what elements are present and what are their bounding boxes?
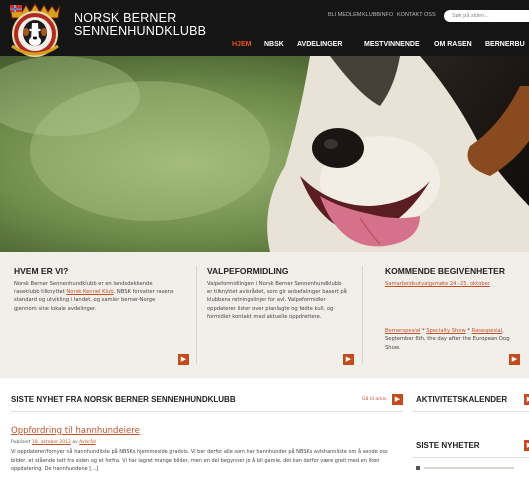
events-text-2: Bernerspesial * Specialty Show * Rasespe… (385, 327, 517, 352)
hero-image (0, 56, 529, 252)
latest-news-divider (412, 457, 529, 458)
search-input[interactable]: Søk på siden... (444, 10, 529, 22)
about-title: HVEM ER VI? (14, 266, 69, 276)
hero-dog-photo (0, 56, 529, 252)
event-link-meeting[interactable]: Samarbeidsutvalgsmøte 24.-25. oktober (385, 281, 490, 287)
info-section: HVEM ER VI? Norsk Berner Sennenhundklubb… (0, 252, 529, 378)
latest-news-button[interactable]: ▶ (524, 440, 529, 451)
nkk-link[interactable]: Norsk Kennel Klub (66, 289, 113, 295)
column-divider (196, 266, 197, 364)
util-link-join[interactable]: BLI MEDLEM (328, 12, 361, 18)
article-title-link[interactable]: Oppfordring til hannhundeiere (11, 426, 140, 436)
calendar-title: AKTIVITETSKALENDER (416, 395, 508, 404)
about-text: Norsk Berner Sennenhundklubb er en lands… (14, 280, 174, 313)
util-link-clubinfo[interactable]: KLUBBINFO (362, 12, 393, 18)
arrow-right-icon: ▶ (180, 355, 187, 363)
about-more-button[interactable]: ▶ (178, 354, 189, 365)
nav-home[interactable]: HJEM (232, 41, 251, 48)
event-link-rasespesial[interactable]: Rasespesial (472, 328, 503, 334)
brand-line-2: SENNENHUNDKLUBB (74, 24, 207, 38)
util-link-contact[interactable]: KONTAKT OSS (397, 12, 436, 18)
calendar-button[interactable]: ▶ (524, 394, 529, 405)
article-author-link[interactable]: Avlsråd (79, 440, 96, 445)
nav-top-winners[interactable]: MESTVINNENDE (364, 41, 420, 48)
article-date-link[interactable]: 18. oktober 2012 (32, 440, 71, 445)
nav-bernerbu[interactable]: BERNERBU (485, 41, 525, 48)
archive-button[interactable]: ▶ (392, 394, 403, 405)
info-column-puppies: VALPEFORMIDLING Valpeformidlingen i Nors… (207, 266, 347, 321)
puppies-more-button[interactable]: ▶ (343, 354, 354, 365)
news-divider (11, 411, 403, 412)
arrow-right-icon: ▶ (394, 395, 401, 403)
arrow-right-icon: ▶ (345, 355, 352, 363)
latest-news-title: SISTE NYHETER (416, 441, 480, 450)
logo-emblem[interactable] (6, 2, 64, 58)
event-link-bernerspesial[interactable]: Bernerspesial (385, 328, 420, 334)
news-section-title: SISTE NYHET FRA NORSK BERNER SENNENHUNDK… (11, 395, 236, 404)
site-header: NORSK BERNER SENNENHUNDKLUBB BLI MEDLEM … (0, 0, 529, 56)
events-more-button[interactable]: ▶ (509, 354, 520, 365)
archive-link[interactable]: Gå til arkiv (362, 397, 387, 402)
meta-mid: av (70, 440, 80, 445)
article-meta: Publisert 18. oktober 2012 av Avlsråd (11, 440, 96, 445)
nav-branches[interactable]: AVDELINGER (297, 41, 342, 48)
meta-prefix: Publisert (11, 440, 33, 445)
puppies-text: Valpeformidlingen i Norsk Berner Sennenh… (207, 281, 347, 320)
events-title: KOMMENDE BEGIVENHETER (385, 266, 505, 276)
nav-about-breed[interactable]: OM RASEN (434, 41, 472, 48)
article-excerpt: Vi oppdaterer/fornyer nå hannhundliste p… (11, 449, 388, 472)
site-brand[interactable]: NORSK BERNER SENNENHUNDKLUBB (74, 12, 206, 38)
calendar-divider (412, 411, 529, 412)
nav-nbsk[interactable]: NBSK (264, 41, 284, 48)
info-column-events: KOMMENDE BEGIVENHETER Samarbeidsutvalgsm… (385, 266, 517, 352)
list-bullet (416, 466, 420, 470)
info-column-about: HVEM ER VI? Norsk Berner Sennenhundklubb… (14, 266, 174, 313)
list-item (424, 467, 514, 469)
puppies-title: VALPEFORMIDLING (207, 266, 289, 276)
events-text-1: Samarbeidsutvalgsmøte 24.-25. oktober (385, 280, 517, 288)
arrow-right-icon: ▶ (511, 355, 518, 363)
column-divider (362, 266, 363, 364)
event-link-specialty[interactable]: Specialty Show (426, 328, 465, 334)
